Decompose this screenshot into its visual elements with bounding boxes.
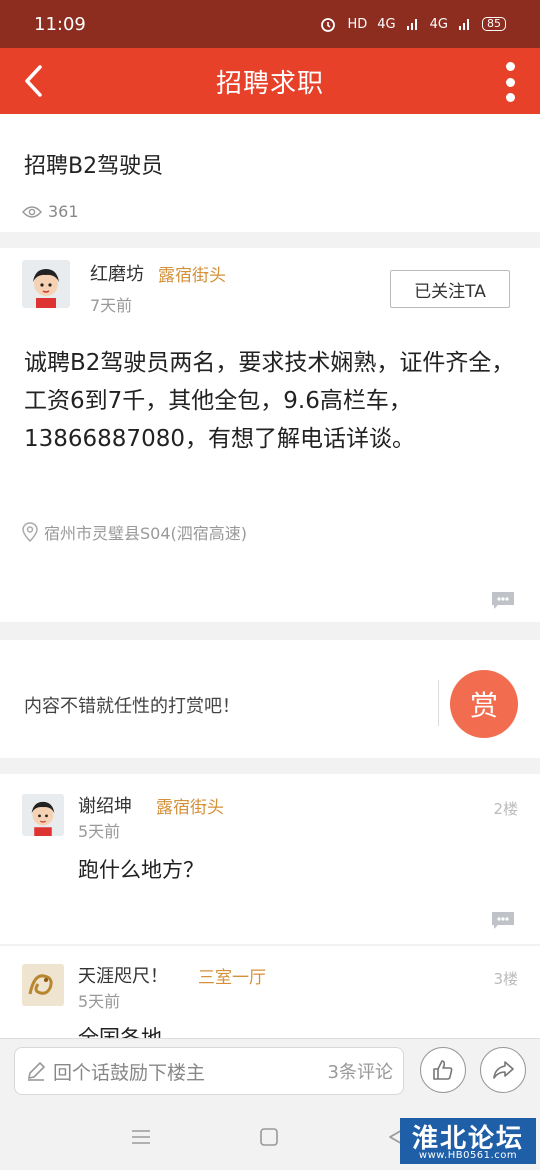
reply-author-badge: 露宿街头 (156, 798, 224, 818)
more-menu-icon[interactable] (504, 62, 516, 102)
alarm-icon (321, 18, 336, 32)
reply-avatar[interactable] (22, 964, 64, 1006)
menu-icon[interactable] (130, 1126, 152, 1148)
post-title: 招聘B2驾驶员 (24, 154, 164, 179)
view-count-value: 361 (48, 202, 79, 221)
network-4g-1: 4G (377, 16, 396, 32)
battery-indicator: 85 (482, 17, 506, 31)
location-text: 宿州市灵璧县S04(泗宿高速) (44, 524, 248, 543)
reply-input[interactable]: 回个话鼓励下楼主 3条评论 (14, 1047, 404, 1095)
author-badge: 露宿街头 (158, 266, 226, 286)
author-name[interactable]: 红磨坊 (90, 260, 144, 286)
post-content: 诚聘B2驾驶员两名，要求技术娴熟，证件齐全，工资6到7千，其他全包，9.6高栏车… (24, 350, 515, 452)
comment-icon[interactable] (490, 590, 516, 610)
pencil-icon (27, 1061, 46, 1081)
author-avatar[interactable] (22, 260, 70, 308)
status-icons: HD 4G 4G 85 (319, 15, 506, 33)
network-hd: HD (347, 16, 368, 32)
reply-item: 天涯咫尺！ 三室一厅 5天前 3楼 全国各地 (0, 946, 540, 1038)
reply-placeholder: 回个话鼓励下楼主 (53, 1061, 206, 1084)
reward-prompt: 内容不错就任性的打赏吧！ (24, 696, 240, 717)
dragon-avatar-icon (22, 964, 64, 1006)
status-time: 11:09 (34, 13, 86, 35)
page-title: 招聘求职 (215, 68, 324, 99)
comment-count[interactable]: 3条评论 (328, 1058, 393, 1084)
follow-button[interactable]: 已关注TA (390, 270, 510, 308)
divider (438, 680, 439, 726)
reply-author-name[interactable]: 天涯咫尺！ (78, 962, 168, 988)
cartoon-avatar-icon (22, 260, 70, 308)
back-arrow-icon[interactable] (20, 64, 50, 98)
watermark-url: www.HB0561.com (418, 1150, 518, 1161)
reply-text: 跑什么地方？ (78, 858, 204, 882)
floor-number: 2楼 (493, 800, 518, 818)
post-location: 宿州市灵璧县S04(泗宿高速) (22, 520, 247, 544)
reply-avatar[interactable] (22, 794, 64, 836)
comment-icon[interactable] (490, 910, 516, 930)
home-square-icon[interactable] (258, 1126, 280, 1148)
post-body: 红磨坊 露宿街头 7天前 已关注TA 诚聘B2驾驶员两名，要求技术娴熟，证件齐全… (0, 248, 540, 622)
signal-icon (406, 19, 417, 30)
app-header: 招聘求职 (0, 48, 540, 114)
reward-section: 内容不错就任性的打赏吧！ 赏 (0, 640, 540, 758)
view-count: 361 (22, 202, 79, 221)
share-button[interactable] (480, 1047, 526, 1093)
share-icon (493, 1061, 514, 1079)
bottom-action-bar: 回个话鼓励下楼主 3条评论 (0, 1038, 540, 1104)
reply-text: 全国各地 (78, 1026, 162, 1038)
reward-button[interactable]: 赏 (450, 670, 518, 738)
reply-item: 谢绍坤 露宿街头 5天前 2楼 跑什么地方？ (0, 774, 540, 944)
status-bar: 11:09 HD 4G 4G 85 (0, 0, 540, 48)
like-button[interactable] (420, 1047, 466, 1093)
reply-time: 5天前 (78, 992, 121, 1011)
post-time: 7天前 (90, 296, 133, 315)
floor-number: 3楼 (493, 970, 518, 988)
site-watermark: 淮北论坛 www.HB0561.com (400, 1118, 536, 1164)
reply-time: 5天前 (78, 822, 121, 841)
reply-author-badge: 三室一厅 (198, 968, 266, 988)
reply-author-name[interactable]: 谢绍坤 (78, 792, 132, 818)
cartoon-avatar-icon (22, 794, 64, 836)
thumbs-up-icon (433, 1060, 453, 1080)
signal-icon (459, 19, 469, 30)
network-4g-2: 4G (429, 16, 448, 32)
location-pin-icon (22, 522, 38, 542)
post-views-row (0, 190, 540, 232)
eye-icon (22, 205, 42, 218)
